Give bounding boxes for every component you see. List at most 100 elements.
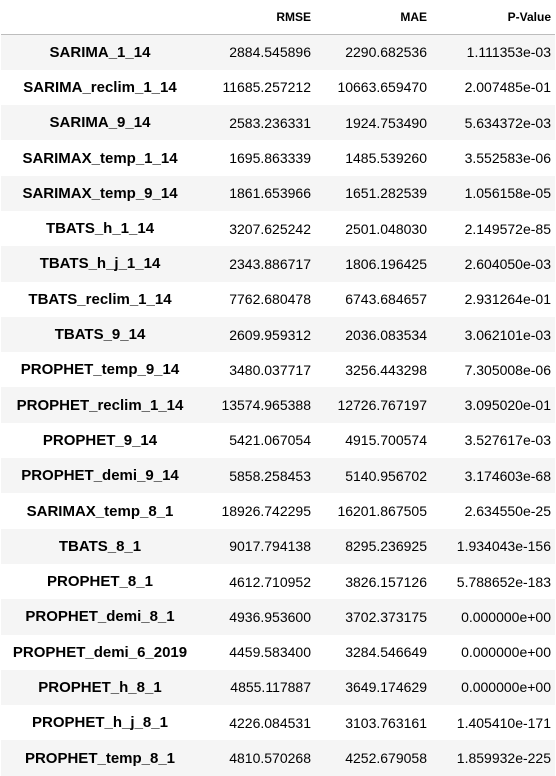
pvalue-cell: 2.149572e-85: [464, 220, 551, 237]
table-row: TBATS_9_14 2609.959312 2036.083534 3.062101…: [1, 316, 555, 353]
table-row: PROPHET_demi_8_1 4936.953600 3702.373175 0.…: [1, 599, 555, 635]
rmse-cell: 4936.953600: [229, 608, 311, 625]
pvalue-cell: 2.931264e-01: [464, 291, 551, 308]
table-row: PROPHET_temp_9_14 3480.037717 3256.443298 7…: [1, 352, 555, 387]
rmse-cell: 3207.625242: [229, 220, 311, 237]
table-row: SARIMA_9_14 2583.236331 1924.753490 5.63437…: [1, 105, 555, 141]
table-row: TBATS_h_1_14 3207.625242 2501.048030 2.1495…: [1, 211, 555, 246]
pvalue-cell: 1.056158e-05: [464, 185, 551, 202]
rmse-cell: 11685.257212: [222, 79, 312, 96]
mae-cell: 16201.867505: [337, 503, 427, 519]
rmse-cell: 2884.545896: [229, 44, 311, 61]
pvalue-cell: 3.062101e-03: [464, 326, 551, 343]
pvalue-cell: 0.000000e+00: [461, 644, 551, 661]
pvalue-cell: 3.095020e-01: [464, 397, 551, 414]
mae-cell: 1651.282539: [345, 185, 427, 202]
row-label: PROPHET_h_8_1: [38, 678, 162, 696]
table-row: PROPHET_temp_8_1 4810.570268 4252.679058 1.…: [1, 740, 555, 776]
table-row: PROPHET_reclim_1_14 13574.965388 12726.767…: [1, 387, 555, 423]
mae-cell: 10663.659470: [337, 79, 427, 96]
table-row: SARIMA_1_14 2884.545896 2290.682536 1.11135…: [1, 34, 555, 70]
row-label: SARIMAX_temp_9_14: [22, 184, 178, 202]
results-table: RMSE MAE P-Value SARIMA_1_14 2884.545896 2…: [1, 0, 555, 776]
pvalue-cell: 1.111353e-03: [466, 44, 551, 61]
rmse-cell: 3480.037717: [229, 361, 311, 378]
mae-cell: 1924.753490: [345, 114, 427, 131]
row-label: PROPHET_demi_8_1: [25, 608, 175, 626]
mae-cell: 1485.539260: [345, 150, 427, 167]
pvalue-cell: 3.552583e-06: [464, 150, 551, 167]
row-label: PROPHET_8_1: [47, 573, 153, 591]
rmse-cell: 4855.117887: [230, 679, 311, 696]
rmse-cell: 2609.959312: [229, 326, 311, 343]
rmse-cell: 9017.794138: [229, 538, 311, 555]
row-label: SARIMAX_temp_1_14: [22, 149, 178, 167]
pvalue-cell: 3.174603e-68: [464, 467, 551, 484]
row-label: TBATS_reclim_1_14: [28, 290, 172, 308]
pvalue-cell: 3.527617e-03: [464, 432, 551, 449]
table-row: PROPHET_h_8_1 4855.117887 3649.174629 0.000…: [1, 669, 555, 706]
mae-cell: 3702.373175: [345, 608, 427, 625]
table-row: SARIMAX_temp_9_14 1861.653966 1651.282539 1…: [1, 175, 555, 211]
table-body: SARIMA_1_14 2884.545896 2290.682536 1.11135…: [1, 34, 555, 776]
pvalue-cell: 7.305008e-06: [464, 361, 551, 378]
row-label: PROPHET_9_14: [42, 431, 158, 449]
row-label: PROPHET_reclim_1_14: [16, 396, 184, 414]
pvalue-cell: 5.634372e-03: [464, 114, 551, 131]
table-row: SARIMA_reclim_1_14 11685.257212 10663.6594…: [1, 70, 555, 105]
rmse-cell: 1695.863339: [229, 150, 311, 167]
rmse-cell: 13574.965388: [221, 397, 311, 414]
mae-cell: 8295.236925: [345, 538, 427, 555]
row-label: SARIMAX_temp_8_1: [26, 502, 174, 520]
pvalue-cell: 5.788652e-183: [456, 573, 551, 590]
rmse-header: RMSE: [199, 0, 315, 35]
rmse-cell: 5858.258453: [229, 467, 311, 484]
pvalue-cell: 1.934043e-156: [456, 538, 551, 555]
row-label: SARIMA_9_14: [49, 114, 151, 132]
mae-cell: 12726.767197: [337, 397, 427, 414]
row-label: TBATS_h_1_14: [45, 220, 155, 238]
mae-cell: 4915.700574: [345, 432, 427, 449]
mae-cell: 2290.682536: [345, 44, 427, 61]
mae-cell: 3103.763161: [345, 714, 427, 731]
pvalue-cell: 0.000000e+00: [461, 679, 551, 696]
pvalue-header: P-Value: [431, 0, 555, 35]
mae-cell: 4252.679058: [345, 750, 427, 767]
mae-cell: 5140.956702: [345, 467, 427, 484]
table-row: TBATS_h_j_1_14 2343.886717 1806.196425 2.60…: [1, 246, 555, 282]
mae-cell: 2501.048030: [345, 220, 427, 237]
rmse-cell: 18926.742295: [221, 503, 311, 519]
rmse-cell: 4810.570268: [229, 750, 311, 767]
rmse-cell: 1861.653966: [229, 185, 311, 202]
table-row: PROPHET_demi_6_2019 4459.583400 3284.54664…: [1, 635, 555, 670]
table-row: TBATS_8_1 9017.794138 8295.236925 1.934043e…: [1, 528, 555, 564]
mae-cell: 3826.157126: [345, 573, 427, 590]
mae-cell: 2036.083534: [345, 326, 427, 343]
mae-header: MAE: [315, 0, 431, 35]
rmse-cell: 2343.886717: [229, 255, 311, 272]
mae-cell: 3649.174629: [345, 679, 427, 696]
row-label: PROPHET_temp_8_1: [24, 749, 176, 767]
mae-cell: 3256.443298: [345, 361, 427, 378]
table-row: TBATS_reclim_1_14 7762.680478 6743.684657 2…: [1, 282, 555, 317]
pvalue-cell: 1.405410e-171: [456, 714, 551, 731]
mae-cell: 6743.684657: [345, 291, 427, 308]
mae-cell: 3284.546649: [345, 644, 427, 661]
row-label: PROPHET_demi_9_14: [21, 467, 179, 485]
table-row: PROPHET_demi_9_14 5858.258453 5140.956702 3…: [1, 458, 555, 494]
table-row: PROPHET_h_j_8_1 4226.084531 3103.763161 1.4…: [1, 705, 555, 740]
table-row: SARIMAX_temp_8_1 18926.742295 16201.867505…: [1, 493, 555, 528]
rmse-cell: 2583.236331: [229, 114, 311, 131]
table-row: PROPHET_9_14 5421.067054 4915.700574 3.5276…: [1, 423, 555, 458]
rmse-cell: 7762.680478: [229, 291, 311, 308]
pvalue-cell: 2.604050e-03: [464, 255, 551, 272]
row-label: SARIMA_1_14: [49, 43, 151, 61]
row-label: PROPHET_h_j_8_1: [32, 714, 168, 732]
mae-cell: 1806.196425: [345, 255, 427, 272]
row-label: SARIMA_reclim_1_14: [23, 78, 177, 96]
pvalue-cell: 1.859932e-225: [456, 750, 551, 767]
row-label: PROPHET_temp_9_14: [20, 361, 180, 379]
rmse-cell: 5421.067054: [229, 432, 311, 449]
table-row: SARIMAX_temp_1_14 1695.863339 1485.539260 3…: [1, 140, 555, 175]
row-label: PROPHET_demi_6_2019: [12, 643, 188, 661]
